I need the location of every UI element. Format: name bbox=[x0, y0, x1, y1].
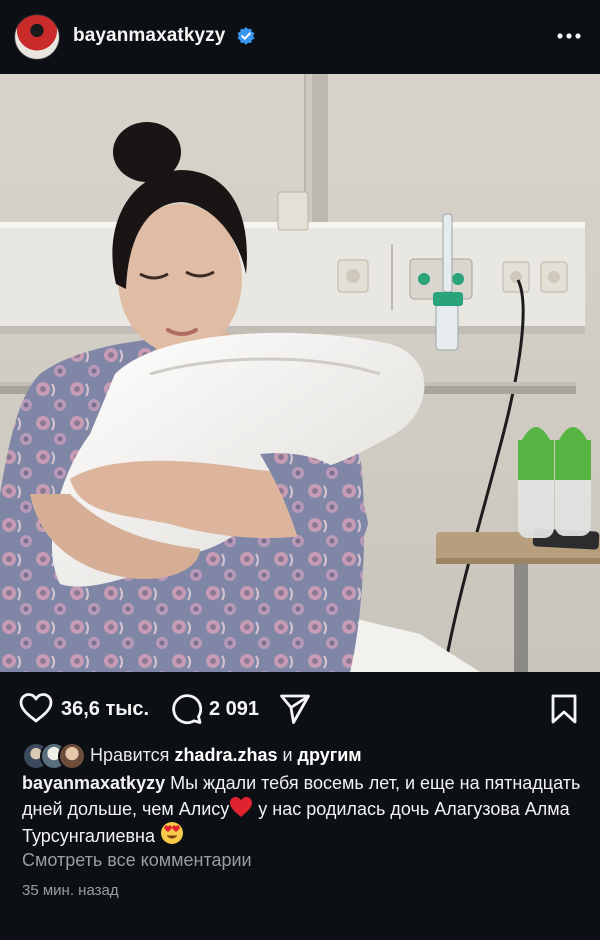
post-timestamp: 35 мин. назад bbox=[22, 882, 119, 899]
heart-eyes-emoji-icon bbox=[161, 822, 183, 844]
bookmark-icon[interactable] bbox=[550, 693, 578, 725]
liked-by-conjunction: и bbox=[277, 745, 298, 765]
post-actions: 36,6 тыс. 2 091 bbox=[0, 686, 600, 730]
liked-by-prefix: Нравится bbox=[90, 745, 175, 765]
view-all-comments-link[interactable]: Смотреть все комментарии bbox=[22, 850, 252, 871]
liked-by-text: Нравится zhadra.zhas и другим bbox=[90, 745, 362, 766]
more-options-icon[interactable] bbox=[555, 22, 583, 50]
share-icon[interactable] bbox=[279, 693, 311, 725]
heart-icon[interactable] bbox=[19, 692, 53, 724]
liked-by-user[interactable]: zhadra.zhas bbox=[174, 745, 277, 765]
liked-by-others[interactable]: другим bbox=[298, 745, 362, 765]
liker-avatar bbox=[58, 742, 86, 770]
verified-badge-icon bbox=[237, 27, 255, 45]
post-username[interactable]: bayanmaxatkyzy bbox=[73, 25, 225, 47]
comment-icon[interactable] bbox=[170, 693, 202, 725]
profile-avatar[interactable] bbox=[15, 15, 59, 59]
likes-count[interactable]: 36,6 тыс. bbox=[61, 698, 149, 721]
caption-username[interactable]: bayanmaxatkyzy bbox=[22, 773, 165, 793]
comments-count[interactable]: 2 091 bbox=[209, 698, 259, 721]
post-photo[interactable] bbox=[0, 74, 600, 672]
liked-by-row[interactable]: Нравится zhadra.zhas и другим bbox=[22, 742, 582, 770]
post-caption: bayanmaxatkyzy Мы ждали тебя восемь лет,… bbox=[22, 771, 582, 849]
post-photo-illustration bbox=[0, 74, 600, 672]
post-header: bayanmaxatkyzy bbox=[0, 0, 600, 74]
red-heart-emoji-icon bbox=[230, 796, 253, 817]
